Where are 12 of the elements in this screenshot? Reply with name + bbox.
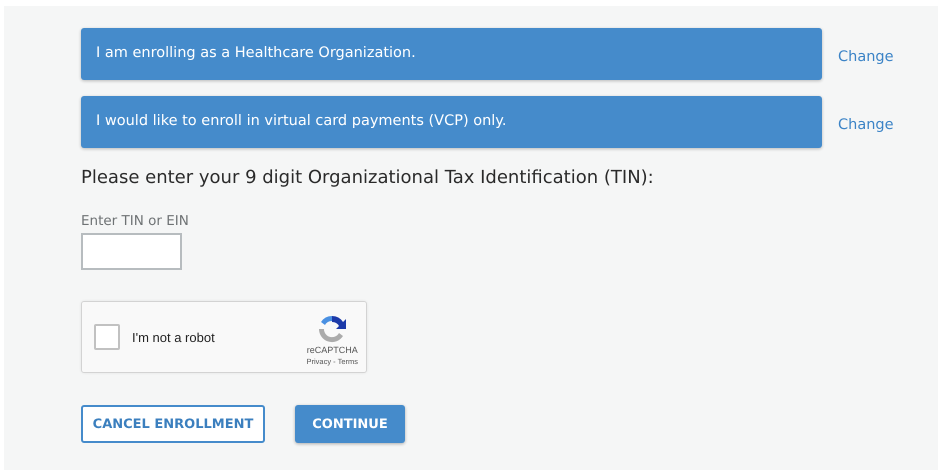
selection-banner: I am enrolling as a Healthcare Organization. xyxy=(81,28,822,80)
tin-input-field[interactable] xyxy=(81,233,182,270)
field-label: Enter TIN or EIN xyxy=(81,212,190,231)
recaptcha-brand: reCAPTCHA xyxy=(306,345,358,356)
prompt-text: Please enter your 9 digit Organizational Tax Identification (TIN): xyxy=(81,166,655,190)
selection-banner: I would like to enroll in virtual card payments (VCP) only. xyxy=(81,96,822,148)
continue-button[interactable]: CONTINUE xyxy=(295,405,405,444)
captcha-label: I'm not a robot xyxy=(132,328,216,346)
captcha-checkbox[interactable] xyxy=(94,324,120,350)
change-link[interactable]: Change xyxy=(838,115,894,137)
change-link[interactable]: Change xyxy=(838,47,894,69)
cancel-enrollment-button[interactable]: CANCEL ENROLLMENT xyxy=(81,405,265,444)
